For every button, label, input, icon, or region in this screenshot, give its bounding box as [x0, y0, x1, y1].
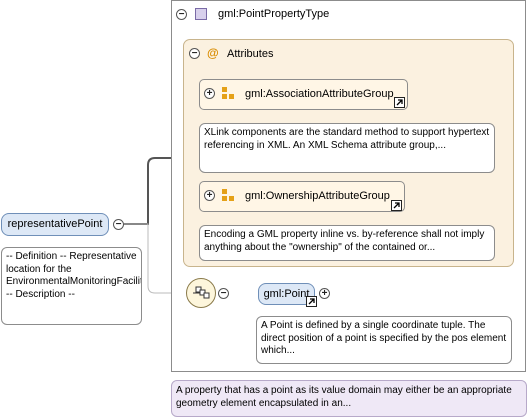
ownership-group-description: Encoding a GML property inline vs. by-re…	[199, 225, 495, 261]
root-element-description: -- Definition -- Representative location…	[1, 247, 142, 325]
root-to-type-connector	[124, 157, 171, 225]
complex-type-icon	[195, 8, 207, 20]
reference-arrow-icon	[306, 296, 317, 307]
sequence-icon[interactable]	[186, 278, 216, 308]
attributes-collapse-toggle[interactable]: −	[189, 48, 200, 59]
attribute-group-icon	[222, 189, 236, 203]
association-group-description: XLink components are the standard method…	[199, 123, 495, 173]
reference-arrow-icon	[394, 97, 405, 108]
type-description: A property that has a point as its value…	[171, 380, 527, 417]
root-element-representativepoint[interactable]: representativePoint	[1, 213, 109, 236]
type-collapse-toggle[interactable]: −	[176, 9, 187, 20]
type-title: gml:PointPropertyType	[218, 8, 330, 20]
association-group-label: gml:AssociationAttributeGroup	[245, 88, 394, 100]
ownership-group-expand-toggle[interactable]: +	[204, 190, 215, 201]
association-group-expand-toggle[interactable]: +	[204, 88, 215, 99]
attributes-label: Attributes	[227, 48, 274, 60]
attribute-group-icon	[222, 87, 236, 101]
ownership-group-label: gml:OwnershipAttributeGroup	[245, 190, 390, 202]
at-sign-icon: @	[207, 46, 219, 60]
root-collapse-toggle[interactable]: −	[113, 219, 124, 230]
sequence-collapse-toggle[interactable]: −	[218, 288, 229, 299]
child-element-description: A Point is defined by a single coordinat…	[256, 316, 512, 364]
reference-arrow-icon	[391, 200, 402, 211]
point-expand-toggle[interactable]: +	[319, 288, 330, 299]
